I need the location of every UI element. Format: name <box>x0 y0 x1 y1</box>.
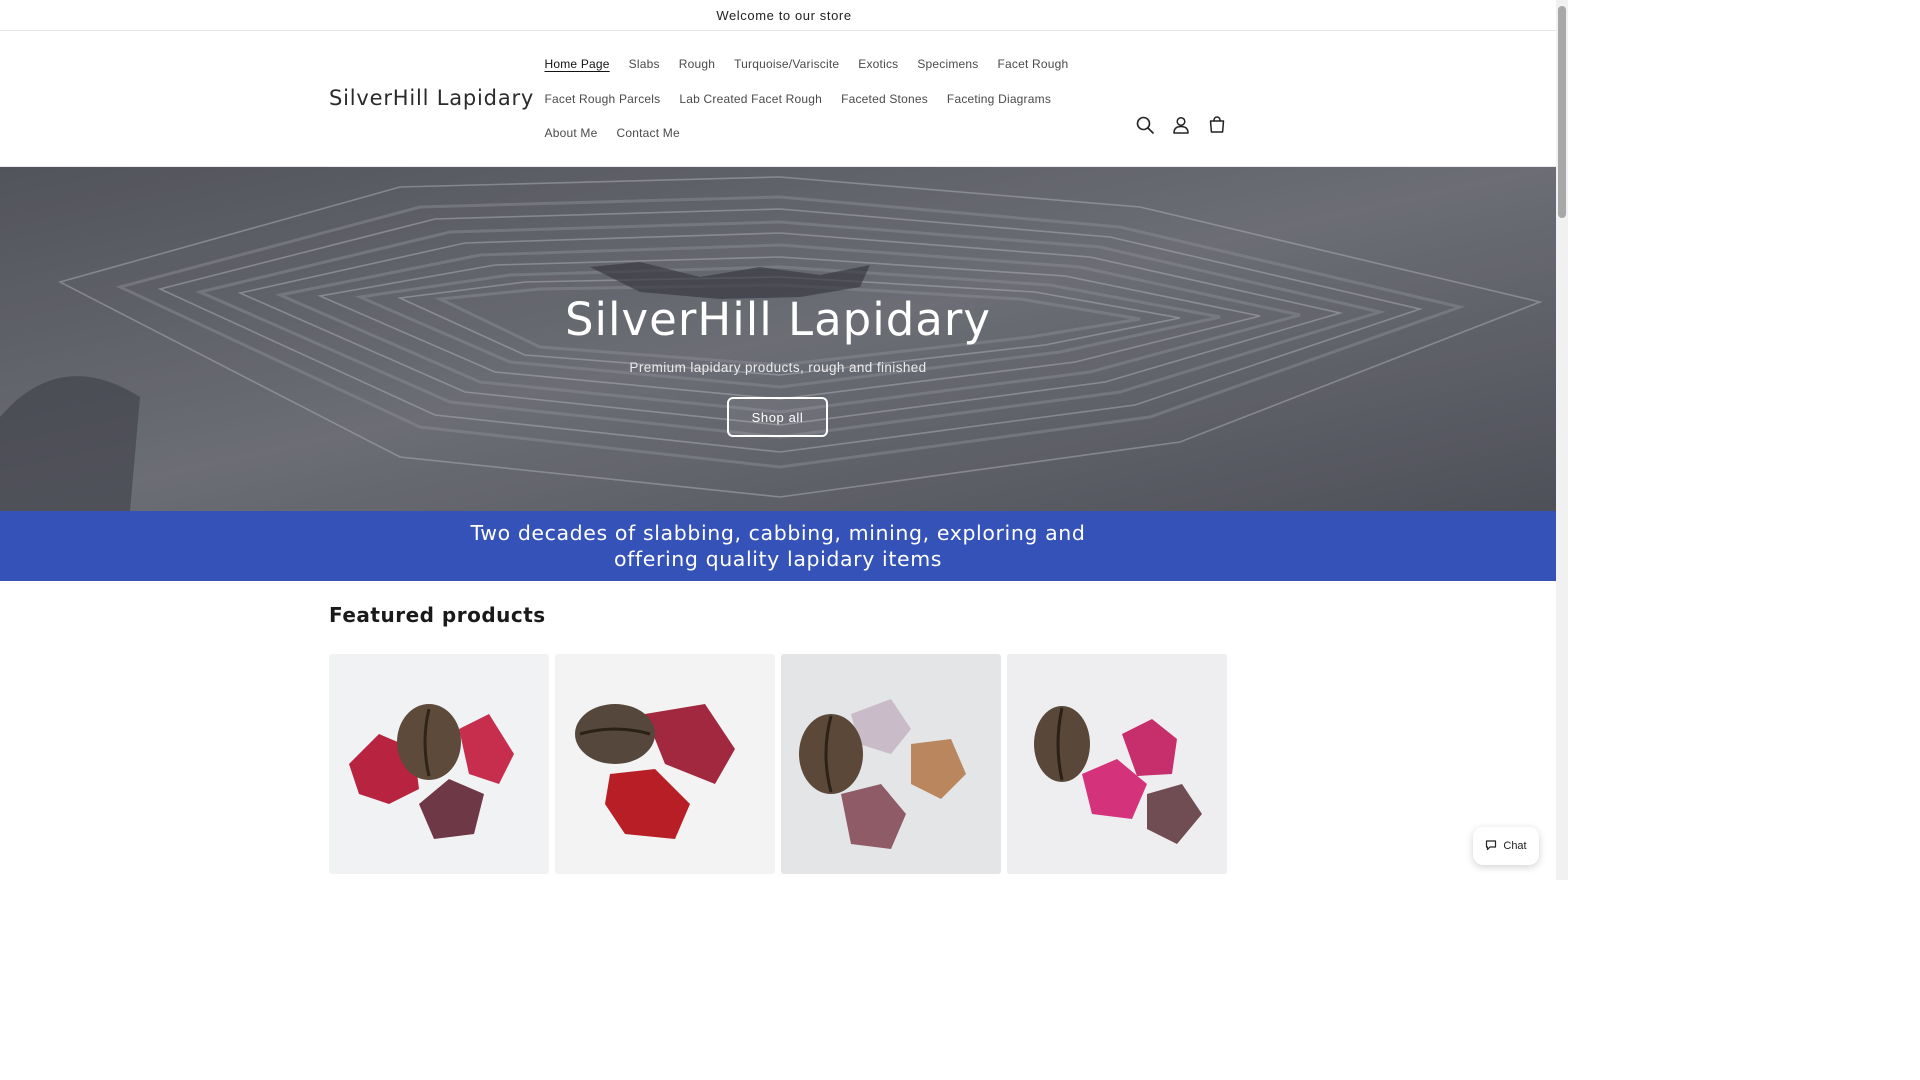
nav-slabs[interactable]: Slabs <box>619 51 669 86</box>
nav-turquoise-variscite[interactable]: Turquoise/Variscite <box>725 51 849 86</box>
nav-contact-me[interactable]: Contact Me <box>607 120 689 155</box>
product-card[interactable] <box>781 654 1001 874</box>
hero-title: SilverHill Lapidary <box>564 293 992 346</box>
scrollbar-thumb[interactable] <box>1558 6 1566 218</box>
product-image <box>329 654 549 874</box>
nav-rough[interactable]: Rough <box>669 51 724 86</box>
product-card[interactable] <box>1007 654 1227 874</box>
nav-lab-created-facet-rough[interactable]: Lab Created Facet Rough <box>670 86 832 121</box>
product-card[interactable] <box>555 654 775 874</box>
hero-banner: SilverHill Lapidary Premium lapidary pro… <box>0 167 1556 511</box>
announcement-bar: Welcome to our store <box>0 0 1568 31</box>
product-image <box>1007 654 1227 874</box>
announcement-text: Welcome to our store <box>716 7 852 23</box>
shop-all-button[interactable]: Shop all <box>727 397 828 437</box>
search-icon[interactable] <box>1133 113 1157 137</box>
featured-products-heading: Featured products <box>329 603 546 627</box>
header-icons <box>1133 113 1229 137</box>
featured-products-grid <box>329 654 1227 874</box>
tagline-banner: Two decades of slabbing, cabbing, mining… <box>0 511 1556 581</box>
site-header: SilverHill Lapidary Home Page Slabs Roug… <box>0 31 1568 167</box>
main-nav: Home Page Slabs Rough Turquoise/Variscit… <box>535 51 1095 155</box>
chat-button[interactable]: Chat <box>1473 827 1539 865</box>
site-logo[interactable]: SilverHill Lapidary <box>329 86 534 110</box>
product-image <box>781 654 1001 874</box>
nav-faceted-stones[interactable]: Faceted Stones <box>832 86 938 121</box>
nav-about-me[interactable]: About Me <box>535 120 607 155</box>
nav-exotics[interactable]: Exotics <box>849 51 908 86</box>
chat-bubble-icon <box>1485 839 1497 854</box>
product-card[interactable] <box>329 654 549 874</box>
nav-facet-rough[interactable]: Facet Rough <box>988 51 1078 86</box>
nav-specimens[interactable]: Specimens <box>908 51 988 86</box>
tagline-text: Two decades of slabbing, cabbing, mining… <box>470 521 1086 571</box>
nav-faceting-diagrams[interactable]: Faceting Diagrams <box>937 86 1060 121</box>
account-icon[interactable] <box>1169 113 1193 137</box>
product-image <box>555 654 775 874</box>
hero-subtitle: Premium lapidary products, rough and fin… <box>629 360 927 375</box>
cart-icon[interactable] <box>1205 113 1229 137</box>
nav-facet-rough-parcels[interactable]: Facet Rough Parcels <box>535 86 670 121</box>
nav-home-page[interactable]: Home Page <box>535 51 619 86</box>
chat-label: Chat <box>1503 840 1527 852</box>
page-scrollbar[interactable] <box>1556 0 1568 880</box>
